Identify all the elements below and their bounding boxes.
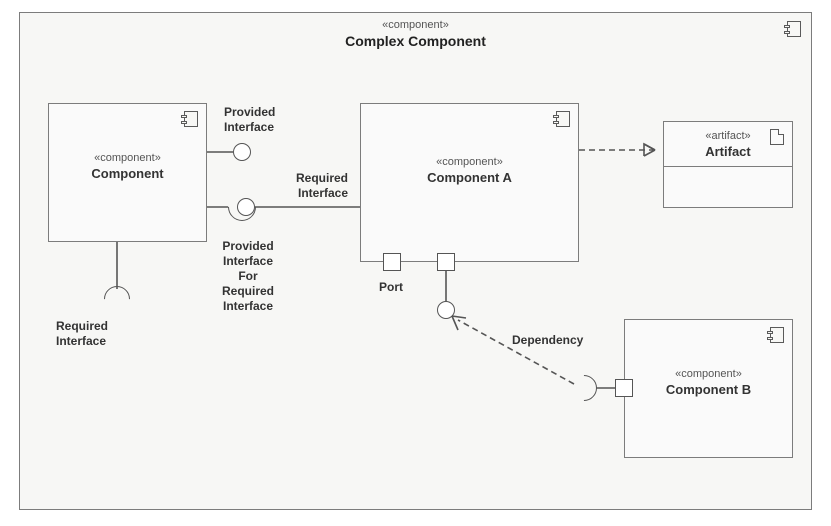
label-provided-for-required: Provided Interface For Required Interfac… <box>222 239 274 314</box>
component-icon <box>184 111 198 127</box>
component-icon <box>556 111 570 127</box>
componentA-name: Component A <box>361 170 578 186</box>
component-icon <box>770 327 784 343</box>
componentA-stereotype: «component» <box>361 156 578 170</box>
port-interface-ball <box>437 301 455 319</box>
component-box-b: «component» Component B <box>624 319 793 458</box>
port-compA-1 <box>383 253 401 271</box>
port-compA-2 <box>437 253 455 271</box>
component-icon <box>787 21 801 37</box>
frame-title: Complex Component <box>20 33 811 51</box>
component-box-left: «component» Component <box>48 103 207 242</box>
label-required-interface-left: Required Interface <box>56 319 108 349</box>
diagram-canvas: «component» Complex Component «component… <box>0 0 831 526</box>
componentB-name: Component B <box>625 382 792 398</box>
artifact-box: «artifact» Artifact <box>663 121 793 208</box>
component-name: Component <box>49 166 206 182</box>
provided-for-required-ball <box>237 198 255 216</box>
component-stereotype: «component» <box>49 152 206 166</box>
componentB-stereotype: «component» <box>625 368 792 382</box>
frame-stereotype: «component» <box>20 19 811 33</box>
artifact-name: Artifact <box>664 144 792 160</box>
frame-header: «component» Complex Component <box>20 13 811 50</box>
port-compB <box>615 379 633 397</box>
component-box-a: «component» Component A <box>360 103 579 262</box>
label-required-interface-mid: Required Interface <box>296 171 348 201</box>
label-dependency: Dependency <box>512 333 583 348</box>
provided-interface-ball <box>233 143 251 161</box>
artifact-icon <box>770 129 784 145</box>
label-port: Port <box>379 280 403 295</box>
label-provided-interface: Provided Interface <box>224 105 275 135</box>
